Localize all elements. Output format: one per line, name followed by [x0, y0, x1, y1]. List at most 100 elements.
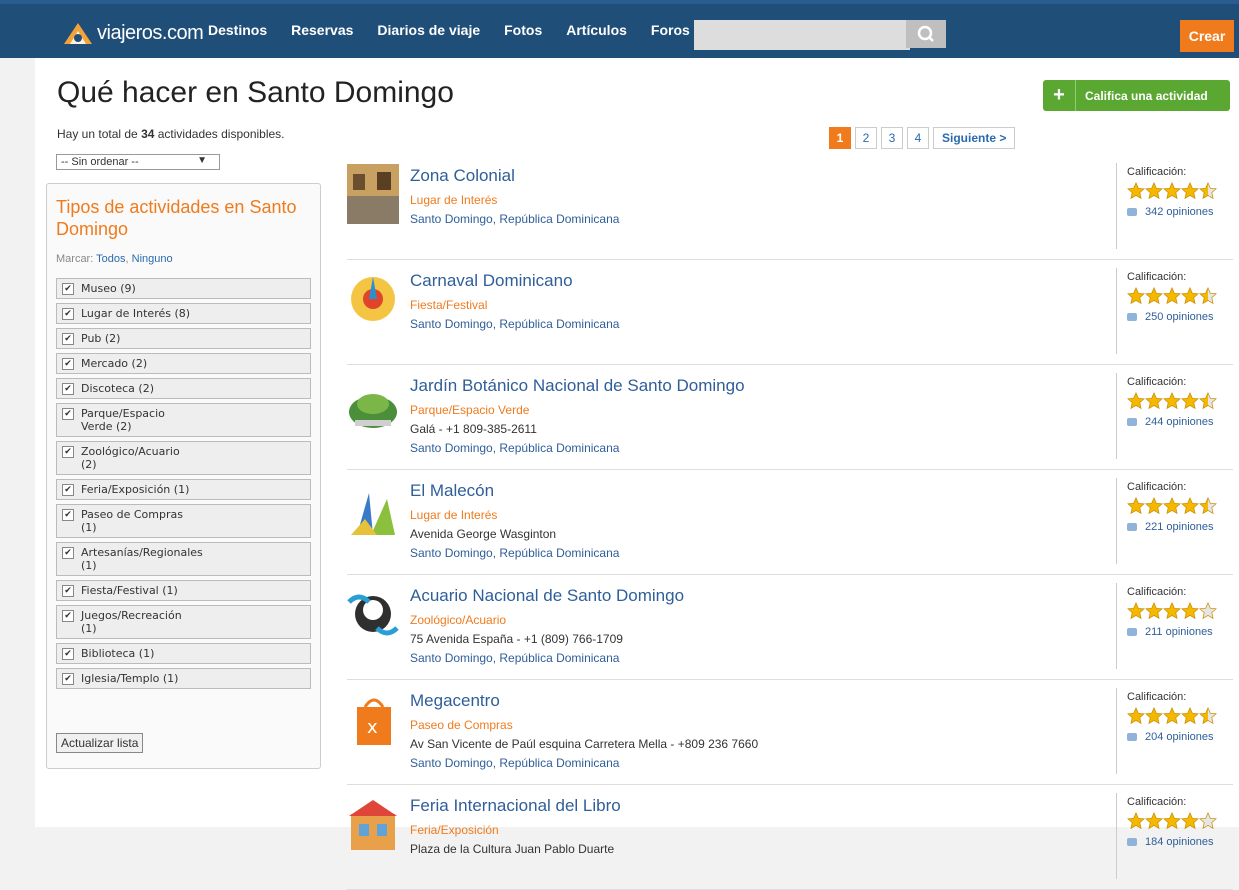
activity-category[interactable]: Paseo de Compras: [410, 718, 513, 732]
activity-type-filter: Tipos de actividades en Santo Domingo Ma…: [46, 183, 321, 769]
activity-title-link[interactable]: Carnaval Dominicano: [410, 271, 573, 291]
activity-title-link[interactable]: Acuario Nacional de Santo Domingo: [410, 586, 684, 606]
checkbox-icon[interactable]: ✔: [62, 648, 74, 660]
activity-thumbnail[interactable]: [347, 164, 399, 224]
filter-checkbox-item[interactable]: ✔ Museo (9): [56, 278, 311, 299]
create-button[interactable]: Crear: [1180, 20, 1234, 52]
activity-thumbnail[interactable]: [347, 584, 399, 644]
checkbox-icon[interactable]: ✔: [62, 610, 74, 622]
star-icon: [1199, 601, 1217, 620]
activity-location-link[interactable]: Santo Domingo, República Dominicana: [410, 317, 619, 331]
search-input[interactable]: [694, 20, 910, 50]
activity-title-link[interactable]: Feria Internacional del Libro: [410, 796, 621, 816]
filter-checkbox-item[interactable]: ✔ Iglesia/Templo (1): [56, 668, 311, 689]
activity-thumbnail[interactable]: [347, 479, 399, 539]
checkbox-icon[interactable]: ✔: [62, 283, 74, 295]
checkbox-icon[interactable]: ✔: [62, 673, 74, 685]
nav-articulos[interactable]: Artículos: [566, 22, 627, 38]
next-page-link[interactable]: Siguiente >: [933, 127, 1016, 149]
opinions-link[interactable]: 221 opiniones: [1127, 521, 1232, 533]
checkbox-icon[interactable]: ✔: [62, 585, 74, 597]
comment-icon: [1127, 733, 1137, 741]
rate-activity-button[interactable]: + Califica una actividad: [1043, 80, 1230, 111]
star-icon: [1181, 811, 1199, 830]
rating-label: Calificación:: [1127, 481, 1187, 493]
activity-thumbnail[interactable]: [347, 374, 399, 434]
page-3[interactable]: 3: [881, 127, 903, 149]
nav-fotos[interactable]: Fotos: [504, 22, 542, 38]
checkbox-icon[interactable]: ✔: [62, 308, 74, 320]
opinions-link[interactable]: 184 opiniones: [1127, 836, 1232, 848]
filter-checkbox-item[interactable]: ✔ Lugar de Interés (8): [56, 303, 311, 324]
nav-foros[interactable]: Foros: [651, 22, 690, 38]
site-logo[interactable]: viajeros.com: [62, 16, 204, 50]
filter-checkbox-item[interactable]: ✔ Biblioteca (1): [56, 643, 311, 664]
sort-select[interactable]: -- Sin ordenar -- ▼: [56, 154, 220, 170]
star-icon: [1199, 391, 1217, 410]
activity-title-link[interactable]: El Malecón: [410, 481, 494, 501]
activity-category[interactable]: Lugar de Interés: [410, 508, 497, 522]
activity-thumbnail[interactable]: [347, 269, 399, 329]
activity-thumbnail[interactable]: [347, 794, 399, 854]
checkbox-icon[interactable]: ✔: [62, 547, 74, 559]
checkbox-icon[interactable]: ✔: [62, 509, 74, 521]
filter-checkbox-item[interactable]: ✔ Pub (2): [56, 328, 311, 349]
rating-box: Calificación: 250 opiniones: [1116, 268, 1232, 354]
page-4[interactable]: 4: [907, 127, 929, 149]
star-icon: [1163, 181, 1181, 200]
total-count: 34: [141, 127, 155, 141]
opinions-link[interactable]: 244 opiniones: [1127, 416, 1232, 428]
checkbox-icon[interactable]: ✔: [62, 383, 74, 395]
activity-location-link[interactable]: Santo Domingo, República Dominicana: [410, 212, 619, 226]
checkbox-icon[interactable]: ✔: [62, 358, 74, 370]
update-list-button[interactable]: Actualizar lista: [56, 733, 144, 753]
activity-location-link[interactable]: Santo Domingo, República Dominicana: [410, 441, 619, 455]
filter-checkbox-item[interactable]: ✔ Feria/Exposición (1): [56, 479, 311, 500]
activity-category[interactable]: Zoológico/Acuario: [410, 613, 506, 627]
total-prefix: Hay un total de: [57, 127, 142, 141]
star-icon: [1163, 811, 1181, 830]
search-button[interactable]: [906, 20, 946, 48]
nav-reservas[interactable]: Reservas: [291, 22, 353, 38]
checkbox-icon[interactable]: ✔: [62, 484, 74, 496]
activity-category[interactable]: Parque/Espacio Verde: [410, 403, 529, 417]
activity-location-link[interactable]: Santo Domingo, República Dominicana: [410, 651, 619, 665]
opinions-link[interactable]: 342 opiniones: [1127, 206, 1232, 218]
checkbox-icon[interactable]: ✔: [62, 333, 74, 345]
star-icon: [1145, 181, 1163, 200]
filter-checkbox-item[interactable]: ✔ Juegos/Recreación (1): [56, 605, 311, 639]
filter-checkbox-item[interactable]: ✔ Parque/Espacio Verde (2): [56, 403, 311, 437]
star-icon: [1145, 601, 1163, 620]
page-title: Qué hacer en Santo Domingo: [57, 76, 454, 109]
mark-all-link[interactable]: Todos: [96, 253, 125, 265]
nav-destinos[interactable]: Destinos: [208, 22, 267, 38]
filter-checkbox-item[interactable]: ✔ Zoológico/Acuario (2): [56, 441, 311, 475]
checkbox-icon[interactable]: ✔: [62, 408, 74, 420]
activity-location-link[interactable]: Santo Domingo, República Dominicana: [410, 546, 619, 560]
activity-title-link[interactable]: Jardín Botánico Nacional de Santo Doming…: [410, 376, 745, 396]
page-2[interactable]: 2: [855, 127, 877, 149]
activity-title-link[interactable]: Megacentro: [410, 691, 500, 711]
opinions-link[interactable]: 250 opiniones: [1127, 311, 1232, 323]
star-icon: [1163, 286, 1181, 305]
activity-category[interactable]: Lugar de Interés: [410, 193, 497, 207]
star-icon: [1127, 286, 1145, 305]
opinions-link[interactable]: 204 opiniones: [1127, 731, 1232, 743]
plus-icon: +: [1043, 80, 1076, 111]
filter-checkbox-item[interactable]: ✔ Fiesta/Festival (1): [56, 580, 311, 601]
filter-checkbox-item[interactable]: ✔ Artesanías/Regionales (1): [56, 542, 311, 576]
activity-location-link[interactable]: Santo Domingo, República Dominicana: [410, 756, 619, 770]
filter-checkbox-item[interactable]: ✔ Mercado (2): [56, 353, 311, 374]
opinions-link[interactable]: 211 opiniones: [1127, 626, 1232, 638]
filter-checkbox-item[interactable]: ✔ Paseo de Compras (1): [56, 504, 311, 538]
activity-title-link[interactable]: Zona Colonial: [410, 166, 515, 186]
comment-icon: [1127, 418, 1137, 426]
filter-checkbox-item[interactable]: ✔ Discoteca (2): [56, 378, 311, 399]
checkbox-icon[interactable]: ✔: [62, 446, 74, 458]
nav-diarios[interactable]: Diarios de viaje: [377, 22, 480, 38]
mark-none-link[interactable]: Ninguno: [132, 253, 173, 265]
activity-category[interactable]: Feria/Exposición: [410, 823, 499, 837]
activity-thumbnail[interactable]: x: [347, 689, 399, 749]
activity-category[interactable]: Fiesta/Festival: [410, 298, 487, 312]
page-1[interactable]: 1: [829, 127, 851, 149]
